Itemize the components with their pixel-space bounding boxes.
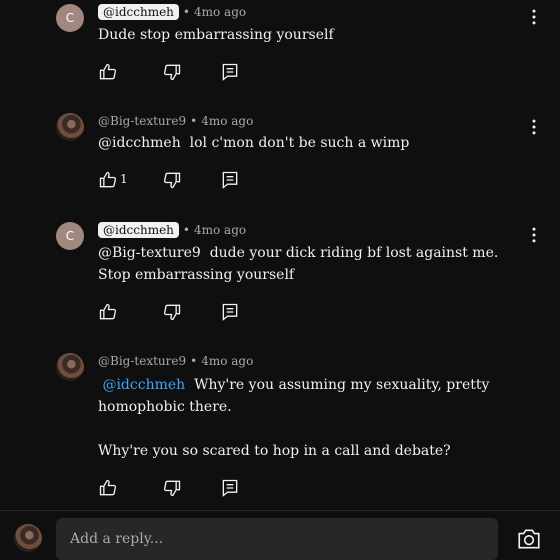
separator: •	[182, 223, 190, 237]
comment-meta: @idcchmeh • 4mo ago	[98, 4, 246, 20]
dislike-button[interactable]	[162, 62, 182, 82]
mention: @Big-texture9	[98, 245, 201, 261]
camera-button[interactable]	[516, 526, 542, 552]
like-button[interactable]	[98, 302, 118, 322]
separator: •	[182, 5, 190, 19]
dislike-button[interactable]	[162, 478, 182, 498]
reply-button[interactable]	[220, 302, 240, 322]
avatar[interactable]	[56, 113, 84, 141]
thumb-up-icon	[99, 479, 117, 496]
author-name[interactable]: @Big-texture9	[98, 354, 186, 368]
comment-text: @idcchmeh lol c'mon don't be such a wimp	[98, 135, 410, 151]
thumb-down-icon	[163, 304, 181, 321]
separator: •	[190, 114, 198, 128]
kebab-menu-icon	[532, 119, 536, 135]
comment-text: @idcchmeh Why're you assuming my sexuali…	[98, 377, 490, 415]
timestamp[interactable]: 4mo ago	[201, 354, 253, 368]
reply-button[interactable]	[220, 170, 240, 190]
reply-button[interactable]	[220, 478, 240, 498]
timestamp[interactable]: 4mo ago	[194, 5, 246, 19]
comment-text-paragraph-2: Why're you so scared to hop in a call an…	[98, 443, 451, 459]
avatar[interactable]	[56, 353, 84, 381]
comment-text: @Big-texture9 dude your dick riding bf l…	[98, 245, 499, 283]
reply-icon	[222, 303, 238, 321]
comment-meta: @Big-texture9 • 4mo ago	[98, 114, 253, 128]
avatar[interactable]: C	[56, 222, 84, 250]
like-button[interactable]: 1	[98, 170, 128, 190]
kebab-menu-icon	[532, 9, 536, 25]
mention: @idcchmeh	[98, 135, 181, 151]
avatar[interactable]	[14, 524, 42, 552]
like-count: 1	[120, 172, 128, 186]
dislike-button[interactable]	[162, 170, 182, 190]
reply-icon	[222, 479, 238, 497]
comment-meta: @idcchmeh • 4mo ago	[98, 222, 246, 238]
thumb-down-icon	[163, 64, 181, 81]
kebab-menu-icon	[532, 227, 536, 243]
author-name[interactable]: @idcchmeh	[98, 4, 179, 20]
camera-icon	[518, 529, 540, 549]
reply-icon	[222, 171, 238, 189]
reply-input[interactable]	[56, 518, 498, 560]
reply-icon	[222, 63, 238, 81]
thumb-down-icon	[163, 172, 181, 189]
more-options-button[interactable]	[524, 225, 544, 245]
separator: •	[190, 354, 198, 368]
timestamp[interactable]: 4mo ago	[194, 223, 246, 237]
thumb-up-icon	[99, 63, 117, 80]
comment-meta: @Big-texture9 • 4mo ago	[98, 354, 253, 368]
reply-bar	[0, 511, 560, 560]
author-name[interactable]: @idcchmeh	[98, 222, 179, 238]
more-options-button[interactable]	[524, 117, 544, 137]
avatar[interactable]: C	[56, 4, 84, 32]
like-button[interactable]	[98, 62, 118, 82]
author-name[interactable]: @Big-texture9	[98, 114, 186, 128]
thumb-down-icon	[163, 480, 181, 497]
thumb-up-icon	[99, 303, 117, 320]
comment-text: Dude stop embarrassing yourself	[98, 27, 334, 43]
timestamp[interactable]: 4mo ago	[201, 114, 253, 128]
more-options-button[interactable]	[524, 7, 544, 27]
dislike-button[interactable]	[162, 302, 182, 322]
mention-link[interactable]: @idcchmeh	[102, 377, 185, 393]
reply-button[interactable]	[220, 62, 240, 82]
like-button[interactable]	[98, 478, 118, 498]
thumb-up-icon	[99, 171, 117, 188]
